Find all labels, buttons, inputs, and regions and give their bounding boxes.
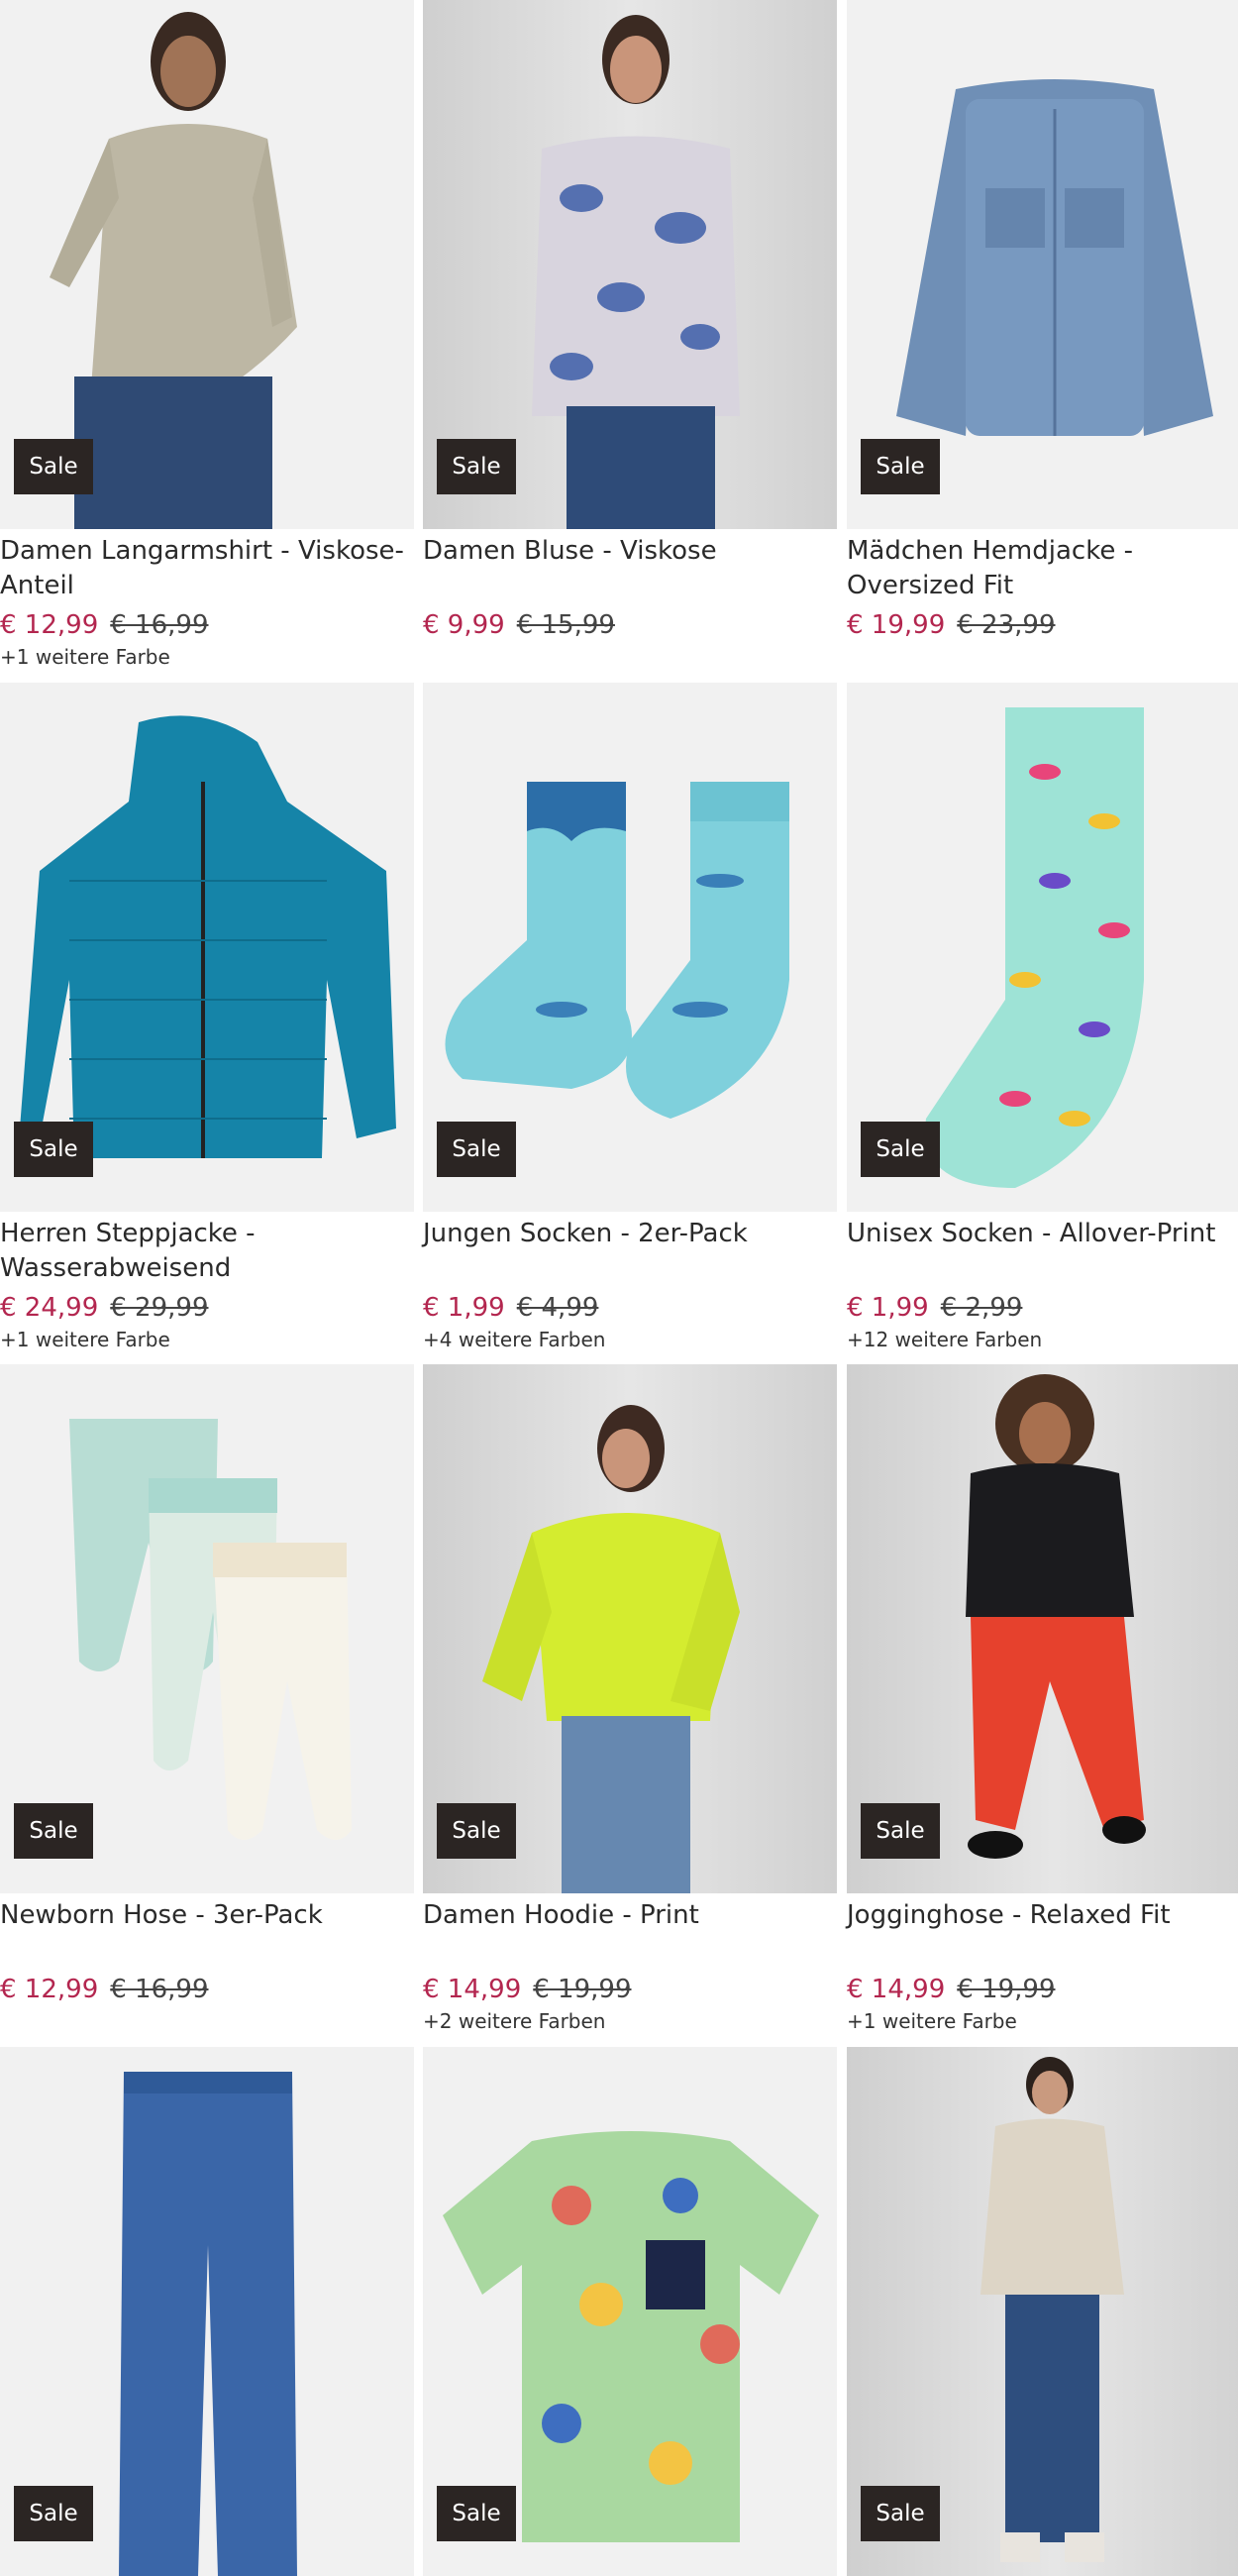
product-card[interactable]: Sale Mädchen Hemdjacke - Oversized Fit €… — [847, 0, 1238, 671]
sale-badge: Sale — [437, 1803, 516, 1859]
product-image[interactable]: Sale — [847, 2047, 1238, 2576]
product-card[interactable]: Sale — [0, 2047, 414, 2576]
product-title[interactable]: Mädchen Hemdjacke - Oversized Fit — [847, 534, 1238, 603]
more-colors[interactable]: +12 weitere Farben — [847, 1326, 1238, 1353]
product-card[interactable]: Sale Damen Langarmshirt - Viskose-Anteil… — [0, 0, 414, 671]
original-price: € 4,99 — [516, 1293, 599, 1323]
more-colors[interactable] — [847, 643, 1238, 671]
product-image[interactable]: Sale — [423, 2047, 837, 2576]
product-card[interactable]: Sale Newborn Hose - 3er-Pack € 12,99 € 16… — [0, 1364, 414, 2035]
product-image[interactable]: Sale — [423, 683, 837, 1212]
sale-badge: Sale — [861, 1122, 940, 1177]
product-image[interactable]: Sale — [423, 1364, 837, 1893]
sale-badge: Sale — [861, 1803, 940, 1859]
sale-badge: Sale — [861, 439, 940, 494]
price-row: € 12,99 € 16,99 — [0, 607, 414, 643]
product-image[interactable]: Sale — [0, 2047, 414, 2576]
product-image[interactable]: Sale — [423, 0, 837, 529]
sale-badge: Sale — [14, 2486, 93, 2541]
more-colors[interactable] — [423, 643, 837, 671]
original-price: € 29,99 — [110, 1293, 209, 1323]
product-card[interactable]: Sale Damen Bluse - Viskose € 9,99 € 15,99 — [423, 0, 837, 671]
sale-badge: Sale — [437, 439, 516, 494]
price-row: € 14,99 € 19,99 — [423, 1972, 837, 2007]
more-colors[interactable]: +1 weitere Farbe — [0, 1326, 414, 1353]
more-colors[interactable]: +4 weitere Farben — [423, 1326, 837, 1353]
sale-price: € 24,99 — [0, 1293, 99, 1323]
more-colors[interactable]: +1 weitere Farbe — [0, 643, 414, 671]
original-price: € 23,99 — [957, 610, 1056, 640]
product-card[interactable]: Sale Herren Steppjacke - Wasserabweisend… — [0, 683, 414, 1353]
more-colors[interactable]: +2 weitere Farben — [423, 2007, 837, 2035]
sale-price: € 1,99 — [423, 1293, 505, 1323]
product-card[interactable]: Sale Unisex Socken - Allover-Print € 1,9… — [847, 683, 1238, 1353]
price-row: € 24,99 € 29,99 — [0, 1290, 414, 1326]
sale-badge: Sale — [14, 439, 93, 494]
sale-badge: Sale — [437, 1122, 516, 1177]
sale-price: € 12,99 — [0, 1975, 99, 2004]
original-price: € 16,99 — [110, 1975, 209, 2004]
price-row: € 19,99 € 23,99 — [847, 607, 1238, 643]
sale-price: € 12,99 — [0, 610, 99, 640]
product-card[interactable]: Sale — [847, 2047, 1238, 2576]
sale-badge: Sale — [14, 1803, 93, 1859]
product-image[interactable]: Sale — [847, 683, 1238, 1212]
price-row: € 1,99 € 4,99 — [423, 1290, 837, 1326]
product-title[interactable]: Damen Langarmshirt - Viskose-Anteil — [0, 534, 414, 603]
product-title[interactable]: Jungen Socken - 2er-Pack — [423, 1217, 837, 1286]
sale-price: € 19,99 — [847, 610, 946, 640]
product-card[interactable]: Sale Jungen Socken - 2er-Pack € 1,99 € 4,… — [423, 683, 837, 1353]
product-card[interactable]: Sale — [423, 2047, 837, 2576]
product-card[interactable]: Sale Damen Hoodie - Print € 14,99 € 19,99… — [423, 1364, 837, 2035]
original-price: € 2,99 — [940, 1293, 1023, 1323]
product-grid: Sale Damen Langarmshirt - Viskose-Anteil… — [0, 0, 1238, 2576]
more-colors[interactable] — [0, 2007, 414, 2035]
original-price: € 19,99 — [957, 1975, 1056, 2004]
sale-price: € 1,99 — [847, 1293, 929, 1323]
product-image[interactable]: Sale — [0, 1364, 414, 1893]
product-title[interactable]: Newborn Hose - 3er-Pack — [0, 1898, 414, 1968]
sale-price: € 9,99 — [423, 610, 505, 640]
original-price: € 15,99 — [516, 610, 615, 640]
product-title[interactable]: Jogginghose - Relaxed Fit — [847, 1898, 1238, 1968]
sale-badge: Sale — [14, 1122, 93, 1177]
product-title[interactable]: Damen Bluse - Viskose — [423, 534, 837, 603]
product-image[interactable]: Sale — [847, 1364, 1238, 1893]
product-title[interactable]: Damen Hoodie - Print — [423, 1898, 837, 1968]
sale-price: € 14,99 — [847, 1975, 946, 2004]
product-image[interactable]: Sale — [847, 0, 1238, 529]
price-row: € 9,99 € 15,99 — [423, 607, 837, 643]
product-title[interactable]: Unisex Socken - Allover-Print — [847, 1217, 1238, 1286]
product-image[interactable]: Sale — [0, 0, 414, 529]
sale-price: € 14,99 — [423, 1975, 522, 2004]
sale-badge: Sale — [861, 2486, 940, 2541]
more-colors[interactable]: +1 weitere Farbe — [847, 2007, 1238, 2035]
product-card[interactable]: Sale Jogginghose - Relaxed Fit € 14,99 € … — [847, 1364, 1238, 2035]
price-row: € 12,99 € 16,99 — [0, 1972, 414, 2007]
product-image[interactable]: Sale — [0, 683, 414, 1212]
sale-badge: Sale — [437, 2486, 516, 2541]
price-row: € 1,99 € 2,99 — [847, 1290, 1238, 1326]
original-price: € 19,99 — [533, 1975, 632, 2004]
original-price: € 16,99 — [110, 610, 209, 640]
price-row: € 14,99 € 19,99 — [847, 1972, 1238, 2007]
product-title[interactable]: Herren Steppjacke - Wasserabweisend — [0, 1217, 414, 1286]
